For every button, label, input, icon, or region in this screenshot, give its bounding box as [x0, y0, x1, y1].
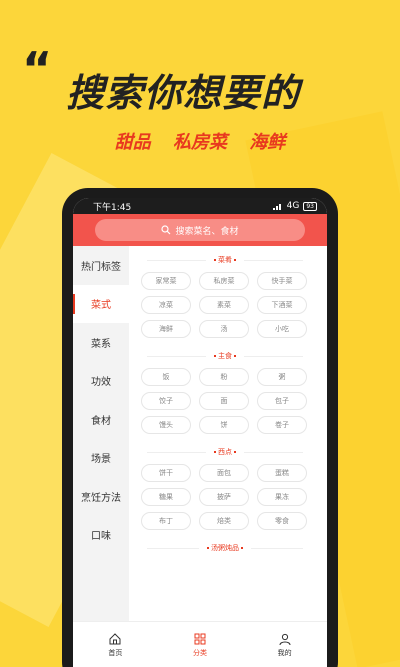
search-icon	[161, 225, 171, 235]
status-time: 下午1:45	[93, 202, 132, 213]
section-pastry: 西点 饼干 面包 蛋糕 糖果 披萨 果冻 布丁 焙类 零食	[141, 444, 327, 530]
network-label: 4G	[286, 201, 300, 211]
bottom-tab-bar: 首页 分类 我的	[73, 621, 327, 667]
section-title-text: 菜肴	[218, 256, 232, 264]
tag-chip[interactable]: 饺子	[141, 392, 191, 410]
tag-chip[interactable]: 凉菜	[141, 296, 191, 314]
tag-chip[interactable]: 馒头	[141, 416, 191, 434]
status-bar: 下午1:45 4G 93	[73, 198, 327, 214]
section-title: 主食	[141, 348, 309, 364]
tag-chip[interactable]: 布丁	[141, 512, 191, 530]
status-indicators: 4G 93	[272, 201, 317, 211]
tag-chip[interactable]: 饼	[199, 416, 249, 434]
tag-chip[interactable]: 下酒菜	[257, 296, 307, 314]
tag-chip[interactable]: 面包	[199, 464, 249, 482]
section-title-text: 主食	[218, 352, 232, 360]
section-title-text: 汤粥炖品	[211, 544, 239, 552]
sidebar-item-ingredient[interactable]: 食材	[73, 400, 129, 439]
tag-chip[interactable]: 汤	[199, 320, 249, 338]
section-title: 汤粥炖品	[141, 540, 309, 556]
tag-chip[interactable]: 面	[199, 392, 249, 410]
section-staple: 主食 饭 粉 粥 饺子 面 包子 馒头 饼 卷子	[141, 348, 327, 434]
tag-content: 菜肴 家常菜 私房菜 快手菜 凉菜 素菜 下酒菜 海鲜 汤 小吃 主食 饭 粉 …	[129, 246, 327, 635]
sidebar-item-effect[interactable]: 功效	[73, 362, 129, 401]
app-screen: 下午1:45 4G 93 搜索菜名、食材 热门标签 菜式 菜系 功效 食材 场景…	[73, 198, 327, 667]
section-title: 西点	[141, 444, 309, 460]
tag-chip[interactable]: 糖果	[141, 488, 191, 506]
search-bar-container: 搜索菜名、食材	[73, 214, 327, 246]
tab-label: 首页	[108, 648, 123, 657]
sidebar-item-hot-tags[interactable]: 热门标签	[73, 246, 129, 285]
quote-mark: “	[22, 42, 52, 96]
sidebar-item-flavor[interactable]: 口味	[73, 516, 129, 555]
battery-icon: 93	[303, 201, 317, 211]
category-body: 热门标签 菜式 菜系 功效 食材 场景 烹饪方法 口味 菜肴 家常菜 私房菜 快…	[73, 246, 327, 635]
tag-grid: 饼干 面包 蛋糕 糖果 披萨 果冻 布丁 焙类 零食	[141, 464, 327, 530]
tag-chip[interactable]: 披萨	[199, 488, 249, 506]
tab-label: 分类	[193, 648, 207, 657]
tag-chip[interactable]: 粉	[199, 368, 249, 386]
sidebar-item-dish-style[interactable]: 菜式	[73, 284, 129, 323]
tag-chip[interactable]: 私房菜	[199, 272, 249, 290]
promo-tag: 海鲜	[249, 132, 286, 153]
section-dishes: 菜肴 家常菜 私房菜 快手菜 凉菜 素菜 下酒菜 海鲜 汤 小吃	[141, 252, 327, 338]
profile-icon	[279, 633, 291, 645]
section-soup: 汤粥炖品	[141, 540, 327, 556]
search-input[interactable]: 搜索菜名、食材	[95, 219, 305, 241]
tag-chip[interactable]: 饼干	[141, 464, 191, 482]
search-placeholder: 搜索菜名、食材	[175, 226, 239, 237]
sidebar-item-cuisine[interactable]: 菜系	[73, 323, 129, 362]
tag-chip[interactable]: 饭	[141, 368, 191, 386]
promo-headline: 搜索你想要的	[66, 71, 301, 115]
tab-profile[interactable]: 我的	[242, 622, 327, 667]
tag-chip[interactable]: 焙类	[199, 512, 249, 530]
tab-label: 我的	[277, 648, 292, 657]
tag-grid: 饭 粉 粥 饺子 面 包子 馒头 饼 卷子	[141, 368, 327, 434]
category-sidebar: 热门标签 菜式 菜系 功效 食材 场景 烹饪方法 口味	[73, 246, 129, 635]
tag-chip[interactable]: 果冻	[257, 488, 307, 506]
tag-chip[interactable]: 素菜	[199, 296, 249, 314]
tag-chip[interactable]: 海鲜	[141, 320, 191, 338]
tag-chip[interactable]: 小吃	[257, 320, 307, 338]
home-icon	[109, 632, 121, 644]
signal-icon	[272, 204, 281, 210]
sidebar-item-scene[interactable]: 场景	[73, 439, 129, 478]
promo-tag: 甜品	[114, 132, 151, 153]
promo-tags: 甜品 私房菜 海鲜	[0, 128, 400, 154]
sidebar-item-cooking-method[interactable]: 烹饪方法	[73, 477, 129, 516]
section-title: 菜肴	[141, 252, 309, 268]
tag-chip[interactable]: 零食	[257, 512, 307, 530]
tag-chip[interactable]: 粥	[257, 368, 307, 386]
tag-chip[interactable]: 快手菜	[257, 272, 307, 290]
section-title-text: 西点	[218, 448, 232, 456]
tab-home[interactable]: 首页	[73, 622, 158, 667]
tag-chip[interactable]: 家常菜	[141, 272, 191, 290]
category-icon	[194, 633, 206, 644]
tag-grid: 家常菜 私房菜 快手菜 凉菜 素菜 下酒菜 海鲜 汤 小吃	[141, 272, 327, 338]
tag-chip[interactable]: 卷子	[257, 416, 307, 434]
tag-chip[interactable]: 包子	[257, 392, 307, 410]
tag-chip[interactable]: 蛋糕	[257, 464, 307, 482]
promo-tag: 私房菜	[173, 132, 227, 153]
tab-category[interactable]: 分类	[158, 622, 243, 667]
